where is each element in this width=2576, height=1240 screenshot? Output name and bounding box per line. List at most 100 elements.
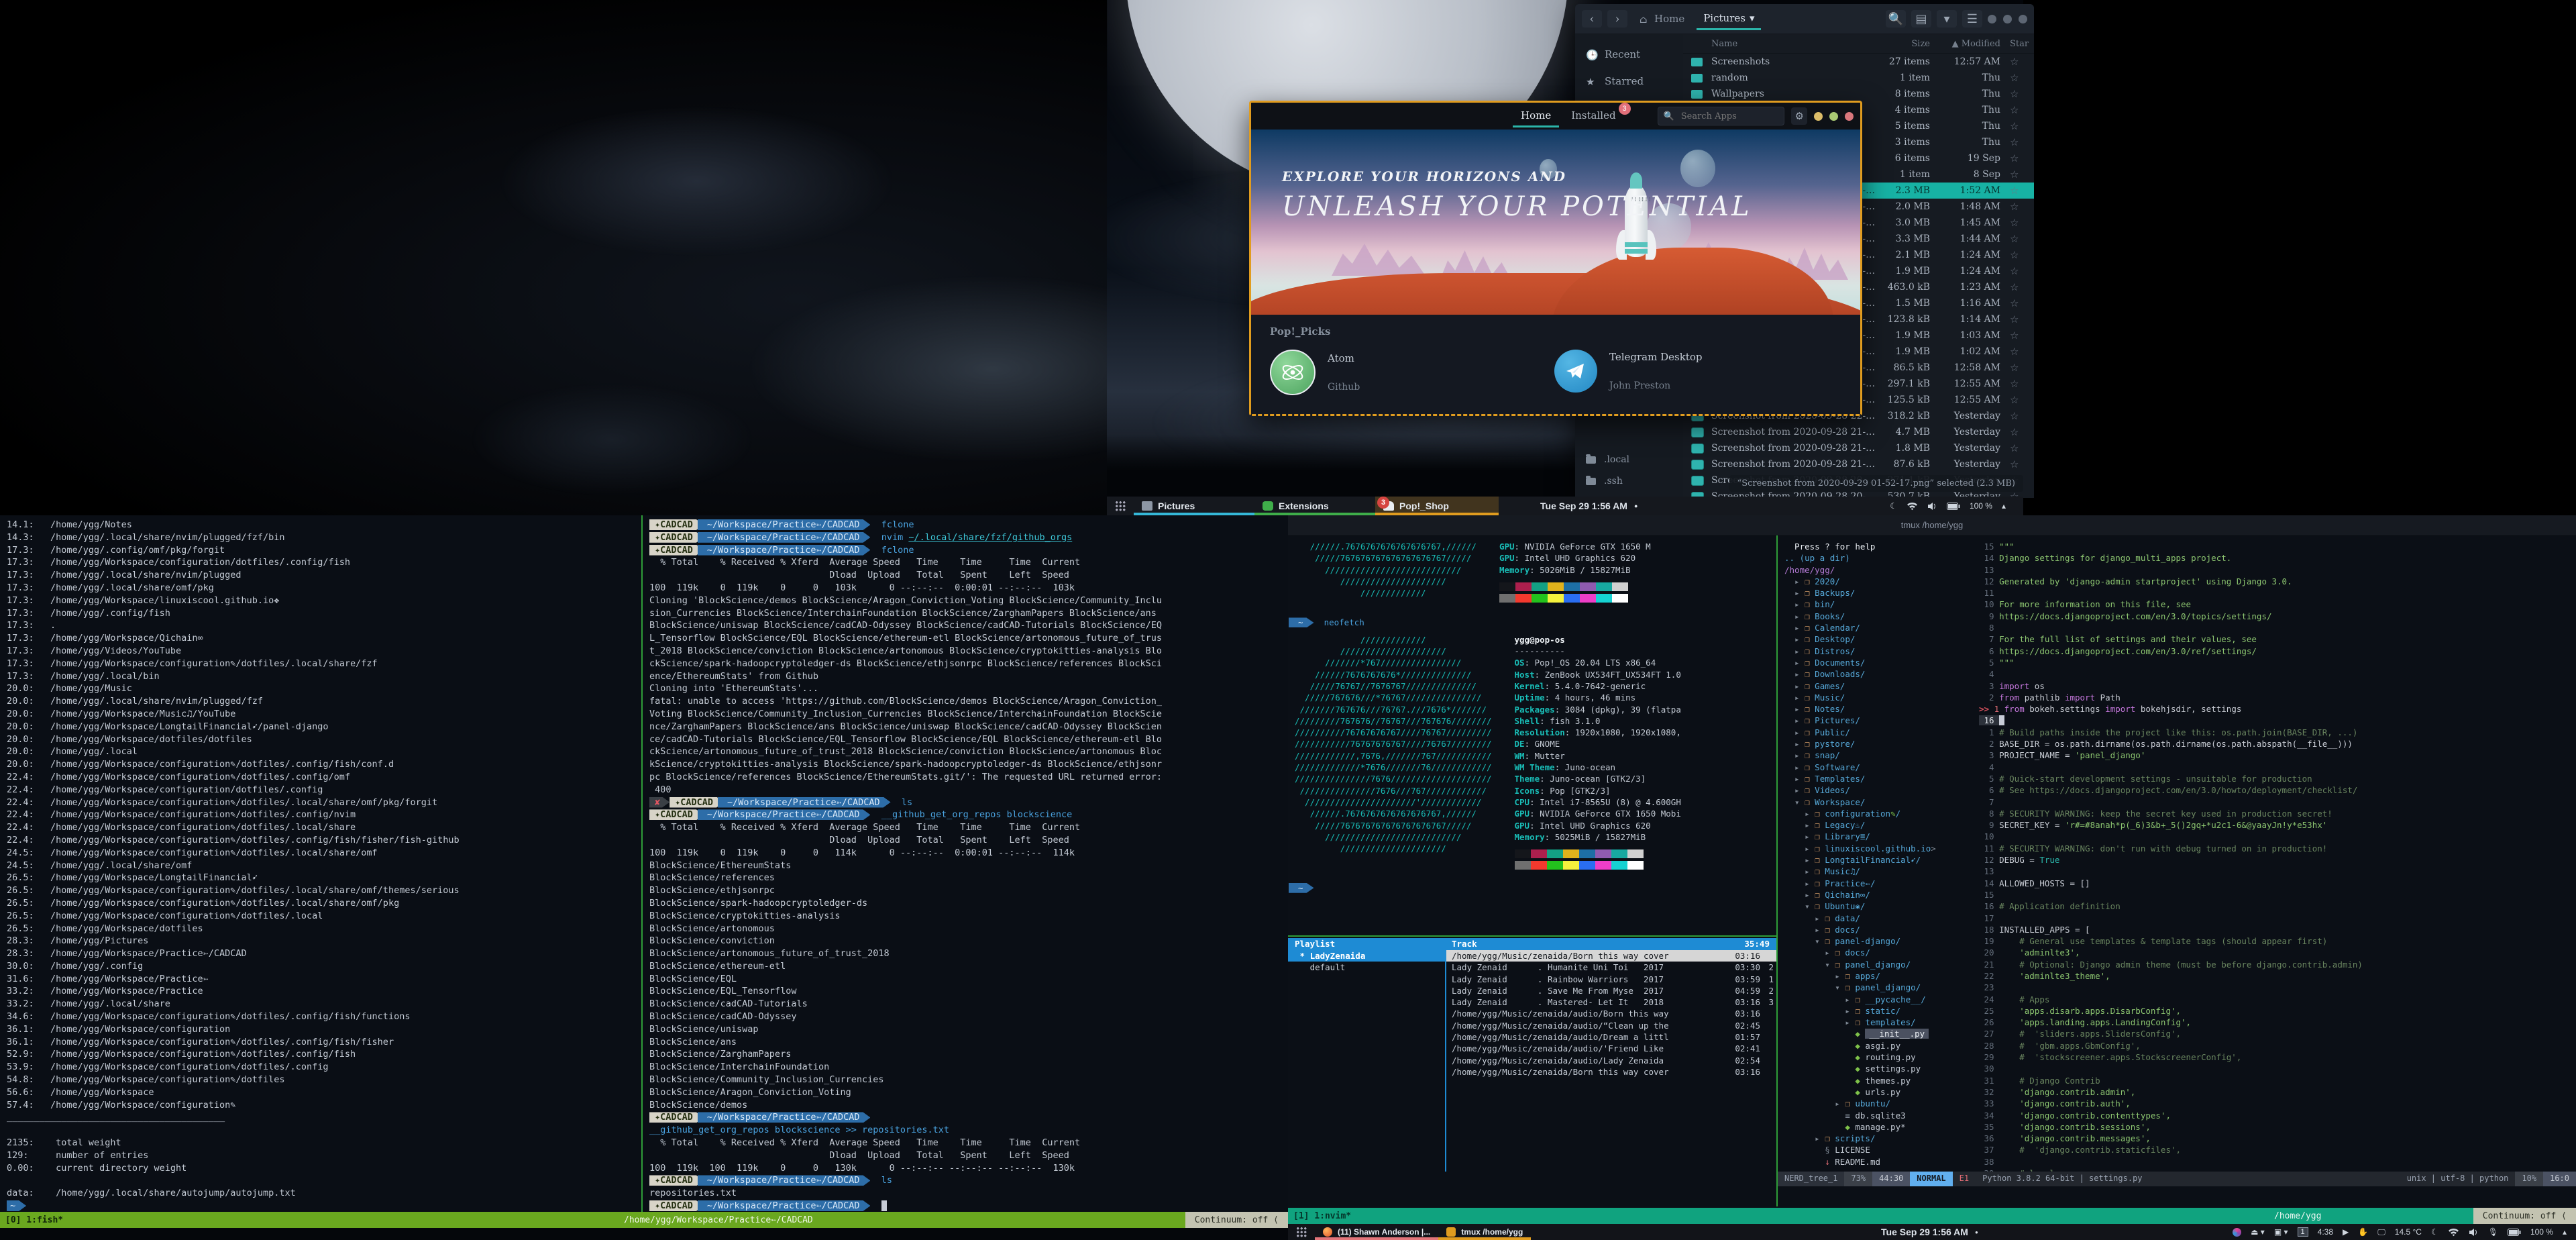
star-icon[interactable]: ☆ (2010, 217, 2034, 229)
star-icon[interactable]: ☆ (2010, 168, 2034, 180)
star-icon[interactable]: ☆ (2010, 297, 2034, 309)
column-star[interactable]: Star (2010, 39, 2034, 49)
nerdtree-pane[interactable]: Press ? for help.. (up a dir)/home/ygg/ … (1784, 541, 1978, 1172)
battery-icon[interactable] (1947, 503, 1960, 510)
tmux-pane-border[interactable] (1288, 935, 1776, 937)
volume-icon[interactable] (1927, 502, 1937, 511)
clock-top[interactable]: Tue Sep 29 1:56 AM ● (1540, 501, 1638, 511)
track-row[interactable]: Lady Zenaid . Humanite Uni Toi 201703:30… (1446, 962, 1776, 973)
taskbar-item-extensions[interactable]: Extensions (1254, 497, 1375, 515)
window-maximize-button[interactable] (1829, 112, 1838, 121)
search-field[interactable]: 🔍 (1658, 107, 1785, 125)
terminal-right[interactable]: tmux /home/ygg //////.767676767676767676… (1288, 515, 2576, 1240)
column-name[interactable]: Name (1711, 39, 1879, 49)
track-row[interactable]: /home/ygg/Music/zenaida/audio/“Clean up … (1446, 1020, 1776, 1031)
tab-installed[interactable]: Installed 3 (1563, 105, 1623, 127)
file-row[interactable]: Screenshot from 2020-09-28 21-…87.6 kBYe… (1683, 456, 2034, 472)
microphone-icon[interactable]: 🎙 (2488, 1227, 2498, 1237)
clipboard-icon[interactable]: ▣ ▾ (2274, 1227, 2288, 1237)
forward-button[interactable]: › (1607, 10, 1627, 28)
tab-home[interactable]: Home (1513, 105, 1559, 127)
star-icon[interactable]: ☆ (2010, 346, 2034, 358)
breadcrumb-pictures[interactable]: Pictures ▾ (1697, 8, 1761, 30)
star-icon[interactable]: ☆ (2010, 281, 2034, 293)
track-row[interactable]: Lady Zenaid . Mastered- Let It 201803:16… (1446, 996, 1776, 1008)
column-modified[interactable]: ▲ Modified (1939, 39, 2010, 49)
breadcrumb-home[interactable]: ⌂ Home (1633, 9, 1691, 29)
search-input[interactable] (1680, 111, 1776, 122)
star-icon[interactable]: ☆ (2010, 120, 2034, 132)
sidebar-item-starred[interactable]: ★ Starred (1575, 68, 1683, 95)
taskbar-item-popshop[interactable]: 3 Pop!_Shop (1375, 497, 1499, 515)
star-icon[interactable]: ☆ (2010, 442, 2034, 454)
star-icon[interactable]: ☆ (2010, 458, 2034, 470)
timer-label[interactable]: 4:38 (2318, 1227, 2333, 1237)
night-light-moon-icon[interactable]: ☾ (2431, 1227, 2438, 1237)
taskbar-item-tmux[interactable]: tmux /home/ygg (1438, 1224, 1531, 1240)
app-card-telegram[interactable]: Telegram Desktop John Preston (1554, 350, 1702, 393)
star-icon[interactable]: ☆ (2010, 313, 2034, 325)
star-icon[interactable]: ☆ (2010, 233, 2034, 245)
star-icon[interactable]: ☆ (2010, 410, 2034, 422)
track-row[interactable]: /home/ygg/Music/zenaida/audio/Dream a li… (1446, 1031, 1776, 1043)
touch-icon[interactable]: ✋ (2358, 1227, 2368, 1237)
file-row[interactable]: Screenshot from 2020-09-28 21-…1.8 MBYes… (1683, 440, 2034, 456)
star-icon[interactable]: ☆ (2010, 378, 2034, 390)
menu-button[interactable]: ☰ (1962, 10, 1982, 28)
workspace-indicator[interactable]: 1 (2298, 1227, 2308, 1237)
battery-icon[interactable] (2508, 1229, 2521, 1236)
track-row[interactable]: /home/ygg/Music/zenaida/Born this way co… (1446, 950, 1776, 962)
featured-banner[interactable]: ¦¦¦¦¦¦ EXPLORE YOUR HORIZONS AND UNLEASH… (1251, 130, 1860, 315)
eject-icon[interactable]: ⏏ ▾ (2251, 1227, 2265, 1237)
track-row[interactable]: /home/ygg/Music/zenaida/audio/Born this … (1446, 1008, 1776, 1019)
star-icon[interactable]: ☆ (2010, 426, 2034, 438)
star-icon[interactable]: ☆ (2010, 72, 2034, 84)
app-grid-icon[interactable] (1296, 1227, 1307, 1237)
sidebar-item-local[interactable]: .local (1575, 449, 1689, 470)
view-grid-button[interactable]: ▤ (1911, 10, 1931, 28)
tmux-pane-border[interactable] (641, 515, 643, 1213)
track-row[interactable]: Lady Zenaid . Save Me From Myse 201704:5… (1446, 985, 1776, 996)
sidebar-item-recent[interactable]: 🕒 Recent (1575, 41, 1683, 68)
weather-temp[interactable]: 14.5 °C (2395, 1227, 2422, 1237)
gear-icon[interactable]: ⚙ (1791, 107, 1807, 125)
window-minimize-button[interactable] (1814, 112, 1823, 121)
playlist-item[interactable]: default (1288, 962, 1445, 973)
star-icon[interactable]: ☆ (2010, 362, 2034, 374)
wifi-icon[interactable] (2448, 1228, 2459, 1237)
caret-up-icon[interactable]: ▴ (2002, 501, 2006, 511)
view-options-button[interactable]: ▾ (1937, 10, 1957, 28)
caret-up-icon[interactable]: ▴ (2563, 1227, 2567, 1237)
star-icon[interactable]: ☆ (2010, 136, 2034, 148)
app-indicator-icon[interactable] (2233, 1228, 2241, 1237)
star-icon[interactable]: ☆ (2010, 249, 2034, 261)
star-icon[interactable]: ☆ (2010, 265, 2034, 277)
terminal-titlebar[interactable]: tmux /home/ygg (1288, 515, 2576, 536)
back-button[interactable]: ‹ (1582, 10, 1602, 28)
window-minimize-button[interactable] (1988, 15, 1996, 23)
track-row[interactable]: /home/ygg/Music/zenaida/Born this way co… (1446, 1066, 1776, 1078)
star-icon[interactable]: ☆ (2010, 201, 2034, 213)
search-button[interactable]: 🔍 (1886, 10, 1906, 28)
playlist-item[interactable]: * LadyZenaida (1288, 950, 1445, 962)
track-row[interactable]: Lady Zenaid . Rainbow Warriors 201703:59… (1446, 974, 1776, 985)
app-card-atom[interactable]: Atom Github (1270, 350, 1360, 395)
tmux-session-label[interactable]: [0] 1:fish* (0, 1215, 63, 1225)
file-row[interactable]: Screenshots27 items12:57 AM☆ (1683, 54, 2034, 70)
code-editor-pane[interactable]: 15 """ 14 Django settings for django_mul… (1979, 541, 2569, 1172)
night-light-moon-icon[interactable]: ☾ (1890, 501, 1897, 511)
track-row[interactable]: /home/ygg/Music/zenaida/audio/'Friend Li… (1446, 1043, 1776, 1054)
file-row[interactable]: Screenshot from 2020-09-28 21-…4.7 MBYes… (1683, 424, 2034, 440)
file-row[interactable]: Wallpapers8 itemsThu☆ (1683, 86, 2034, 102)
tmux-session-label[interactable]: [1] 1:nvim* (1288, 1211, 1351, 1221)
star-icon[interactable]: ☆ (2010, 329, 2034, 342)
window-close-button[interactable] (1845, 112, 1854, 121)
taskbar-item-pictures[interactable]: Pictures (1134, 497, 1254, 515)
clock-bottom[interactable]: Tue Sep 29 1:56 AM ● (1881, 1227, 1978, 1237)
star-icon[interactable]: ☆ (2010, 104, 2034, 116)
star-icon[interactable]: ☆ (2010, 152, 2034, 164)
tmux-pane-border[interactable] (1776, 535, 1778, 1206)
app-grid-icon[interactable] (1115, 501, 1126, 511)
window-close-button[interactable] (2019, 15, 2027, 23)
display-icon[interactable]: 🖵 (2377, 1227, 2385, 1237)
